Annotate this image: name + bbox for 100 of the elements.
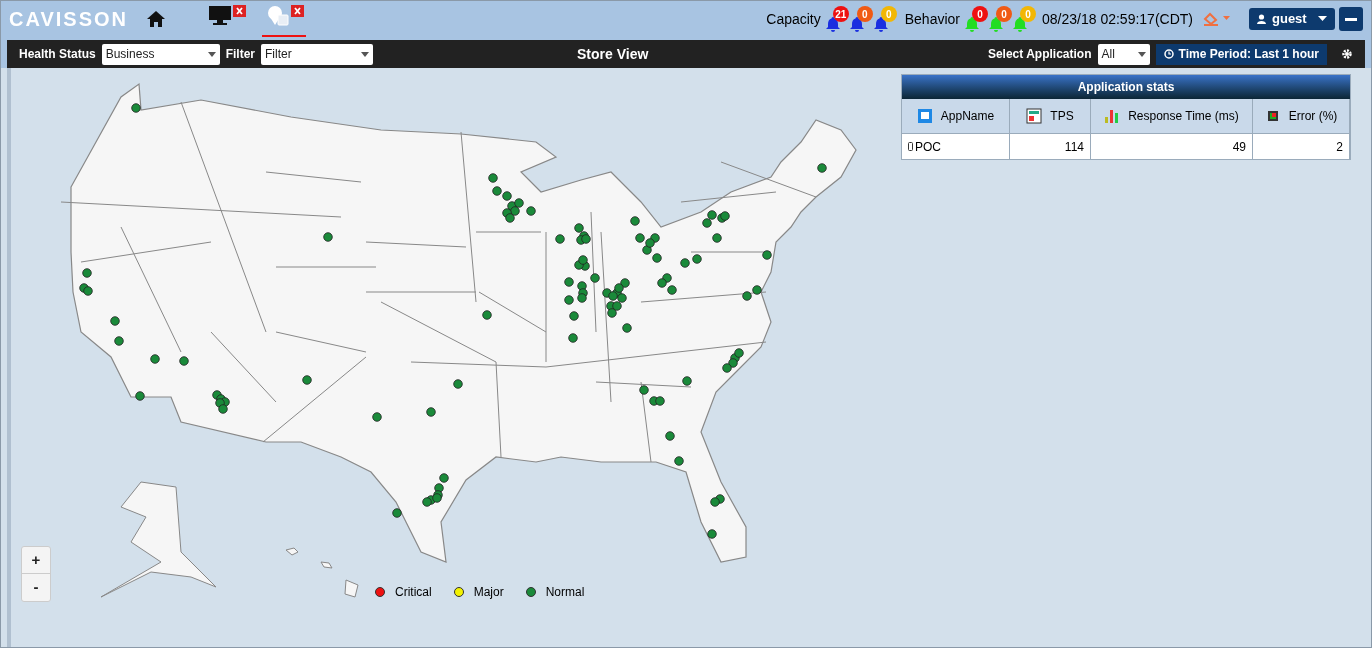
store-marker[interactable] [432,493,442,503]
store-marker[interactable] [577,293,587,303]
store-marker[interactable] [752,285,762,295]
store-marker[interactable] [555,234,565,244]
store-marker[interactable] [581,234,591,244]
user-menu-button[interactable]: guest [1249,8,1335,30]
store-marker[interactable] [639,385,649,395]
store-marker[interactable] [574,223,584,233]
zoom-out-button[interactable]: - [22,574,50,601]
store-marker[interactable] [323,232,333,242]
store-marker[interactable] [707,529,717,539]
store-marker[interactable] [505,213,515,223]
store-marker[interactable] [502,191,512,201]
store-marker[interactable] [392,508,402,518]
store-marker[interactable] [667,285,677,295]
store-marker[interactable] [652,253,662,263]
store-marker[interactable] [439,473,449,483]
store-marker[interactable] [692,254,702,264]
store-marker[interactable] [218,404,228,414]
bell-icon[interactable] [848,16,865,32]
store-marker[interactable] [645,238,655,248]
alert-group-label: Capacity [766,9,821,29]
legend-label: Critical [395,584,432,601]
store-marker[interactable] [577,281,587,291]
store-marker[interactable] [602,288,612,298]
dropdown-field[interactable]: Filter [261,43,374,65]
bell-icon[interactable] [872,16,889,32]
store-marker[interactable] [590,273,600,283]
store-marker[interactable] [707,210,717,220]
store-marker[interactable] [622,323,632,333]
caret-icon [1137,51,1146,57]
store-marker[interactable] [612,301,622,311]
store-marker[interactable] [514,198,524,208]
settings-icon[interactable] [1341,48,1353,60]
store-marker[interactable] [742,291,752,301]
store-marker[interactable] [728,358,738,368]
store-marker[interactable] [488,173,498,183]
store-marker[interactable] [568,333,578,343]
bell-icon[interactable] [824,16,841,32]
store-marker[interactable] [492,186,502,196]
store-marker[interactable] [650,233,660,243]
store-marker[interactable] [682,376,692,386]
store-marker[interactable] [630,216,640,226]
store-marker[interactable] [617,293,627,303]
store-marker[interactable] [83,286,93,296]
store-marker[interactable] [150,354,160,364]
store-marker[interactable] [526,206,536,216]
store-marker[interactable] [372,412,382,422]
store-marker[interactable] [642,245,652,255]
store-marker[interactable] [657,278,667,288]
store-marker[interactable] [564,277,574,287]
home-icon[interactable] [146,10,166,28]
store-marker[interactable] [722,363,732,373]
zoom-in-button[interactable]: + [22,547,50,574]
store-marker[interactable] [114,336,124,346]
store-marker[interactable] [817,163,827,173]
minimize-button[interactable] [1339,7,1363,31]
store-marker[interactable] [662,273,672,283]
store-marker[interactable] [302,375,312,385]
store-marker[interactable] [426,407,436,417]
close-icon[interactable] [291,5,304,17]
store-marker[interactable] [620,278,630,288]
store-marker[interactable] [131,103,141,113]
store-marker[interactable] [734,348,744,358]
time-period-button[interactable]: Time Period: Last 1 hour [1155,43,1327,65]
store-marker[interactable] [135,391,145,401]
store-marker[interactable] [434,483,444,493]
store-marker[interactable] [665,431,675,441]
store-marker[interactable] [614,283,624,293]
column-header[interactable]: Error (%) [1253,99,1350,133]
store-marker[interactable] [607,308,617,318]
store-marker[interactable] [82,268,92,278]
dropdown-field[interactable]: Business [101,43,220,65]
store-marker[interactable] [510,206,520,216]
store-marker[interactable] [422,497,432,507]
dropdown-field[interactable]: All [1097,43,1150,65]
store-marker[interactable] [569,311,579,321]
store-marker[interactable] [712,233,722,243]
column-header[interactable]: Response Time (ms) [1091,99,1253,133]
store-marker[interactable] [453,379,463,389]
store-marker[interactable] [680,258,690,268]
store-marker[interactable] [655,396,665,406]
store-marker[interactable] [482,310,492,320]
store-marker[interactable] [578,255,588,265]
field-label: Filter [225,46,256,63]
store-marker[interactable] [762,250,772,260]
column-header[interactable]: AppName [902,99,1010,133]
close-icon[interactable] [233,5,246,17]
column-header[interactable]: TPS [1010,99,1091,133]
store-marker[interactable] [215,398,225,408]
store-marker[interactable] [635,233,645,243]
store-marker[interactable] [702,218,712,228]
store-marker[interactable] [608,291,618,301]
bell-icon[interactable] [964,16,980,32]
table-cell-text: POC [915,138,941,156]
store-marker[interactable] [674,456,684,466]
store-marker[interactable] [179,356,189,366]
store-marker[interactable] [110,316,120,326]
store-marker[interactable] [710,497,720,507]
store-marker[interactable] [564,295,574,305]
